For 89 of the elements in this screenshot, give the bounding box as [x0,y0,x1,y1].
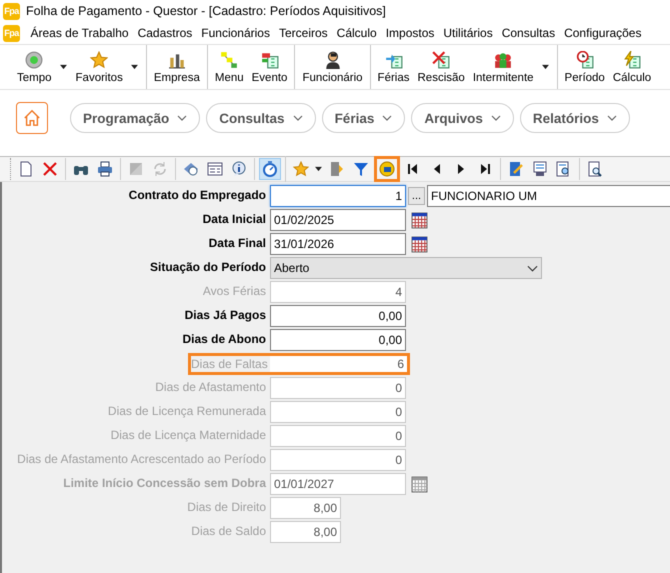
chevron-down-icon [527,264,538,272]
printer-icon [97,161,113,177]
field-label: Dias de Abono [181,331,267,348]
field-label: Dias de Afastamento [154,379,267,396]
menu-item[interactable]: Impostos [381,26,439,40]
input-field[interactable]: FUNCIONARIO UM [427,185,670,207]
field-label: Data Final [208,235,267,252]
chevron-down-icon [382,115,392,121]
nav-dropdown[interactable]: Consultas [206,103,316,133]
field-label: Contrato do Empregado [128,187,267,204]
stopwatch-icon [262,161,278,177]
toolbar-button[interactable]: Rescisão [414,45,469,89]
field-label: Dias de Licença Maternidade [110,427,267,444]
toolbar-button[interactable]: Intermitente [468,45,538,89]
people-icon [494,50,512,68]
caret-icon[interactable] [541,64,550,70]
menu-item[interactable]: Utilitários [438,26,498,40]
coin-icon [379,161,395,177]
menu-item[interactable]: Cadastros [133,26,197,40]
menu-item[interactable]: Áreas de Trabalho [26,26,134,40]
field-label: Dias de Licença Remunerada [106,403,267,420]
home-icon [23,108,41,128]
home-button[interactable] [16,102,48,134]
screen-document-icon [532,161,548,177]
dropdown-field[interactable]: Aberto [270,257,542,279]
toolbar-button[interactable]: Funcionário [298,45,367,89]
caret-icon [314,166,323,172]
chevron-down-icon [292,115,303,121]
chevron-down-icon [177,115,188,121]
field-label: Avos Férias [202,283,267,300]
toolbar-button[interactable]: Menu [210,45,248,89]
toolbar-button[interactable]: Evento [248,45,292,89]
exit-door-icon [329,161,345,177]
field-label: Dias de Afastamento Acrescentado ao Período [16,451,267,468]
field-label: Dias Já Pagos [184,307,267,324]
field-label: Dias de Saldo [190,523,267,540]
money-sheet-icon [260,50,279,68]
caret-icon[interactable] [59,64,68,70]
star-icon [293,161,309,177]
toolbar-button[interactable]: Favoritos [72,45,127,89]
input-field[interactable]: 0,00 [270,329,406,351]
magnifier-document-icon [587,161,603,177]
delete-icon [42,161,58,177]
edit-document-icon [508,161,524,177]
input-field[interactable]: 31/01/2026 [270,233,406,255]
square-icon [128,161,144,177]
info-icon [231,161,247,177]
calendar-icon[interactable] [411,236,428,252]
chevron-down-icon [490,115,501,121]
app-logo: Fpa [3,2,20,20]
menu-item[interactable]: Configurações [560,26,646,40]
menu-item[interactable]: Funcionários [196,26,274,40]
app-logo: Fpa [3,24,20,42]
nav-dropdown[interactable]: Relatórios [520,103,630,133]
field-label: Situação do Período [148,259,267,276]
field-label: Dias de Direito [186,499,267,516]
window-title: Folha de Pagamento - Questor - [Cadastro: Períodos Aquisitivos] [26,4,386,18]
nodes-icon [220,50,238,68]
caret-icon[interactable] [130,64,140,70]
field-label: Limite Início Concessão sem Dobra [62,475,268,492]
new-document-icon [18,161,34,177]
calendar-icon[interactable] [411,476,428,492]
menu-item[interactable]: Cálculo [332,26,382,40]
menu-item[interactable]: Consultas [497,26,560,40]
menu-item[interactable]: Terceiros [274,26,332,40]
star-icon [90,50,108,68]
clock-document-icon [576,50,594,68]
chevron-down-icon [606,115,617,121]
lightning-document-icon [623,50,641,68]
person-icon [324,50,342,68]
lookup-button[interactable]: ... [408,187,425,205]
input-field[interactable]: 01/02/2025 [270,209,406,231]
filter-icon [353,161,369,177]
input-field[interactable]: 0,00 [270,305,406,327]
toolbar-button[interactable]: Férias [374,45,414,89]
nav-dropdown[interactable]: Programação [70,103,200,133]
document-cross-icon [432,50,450,68]
toolbar-button[interactable]: Tempo [13,45,56,89]
field-label: Data Inicial [202,211,267,228]
toolbar-button[interactable]: Cálculo [608,45,656,89]
nav-dropdown[interactable]: Arquivos [411,103,514,133]
toolbar-button[interactable]: Empresa [150,45,204,89]
calendar-icon[interactable] [411,212,428,228]
input-field[interactable]: 1 [270,185,406,207]
refresh-icon [152,161,168,177]
status-light-icon [25,50,44,68]
nav-dropdown[interactable]: Férias [322,103,406,133]
toolbar-button[interactable]: Período [560,45,609,89]
form-icon [207,161,223,177]
